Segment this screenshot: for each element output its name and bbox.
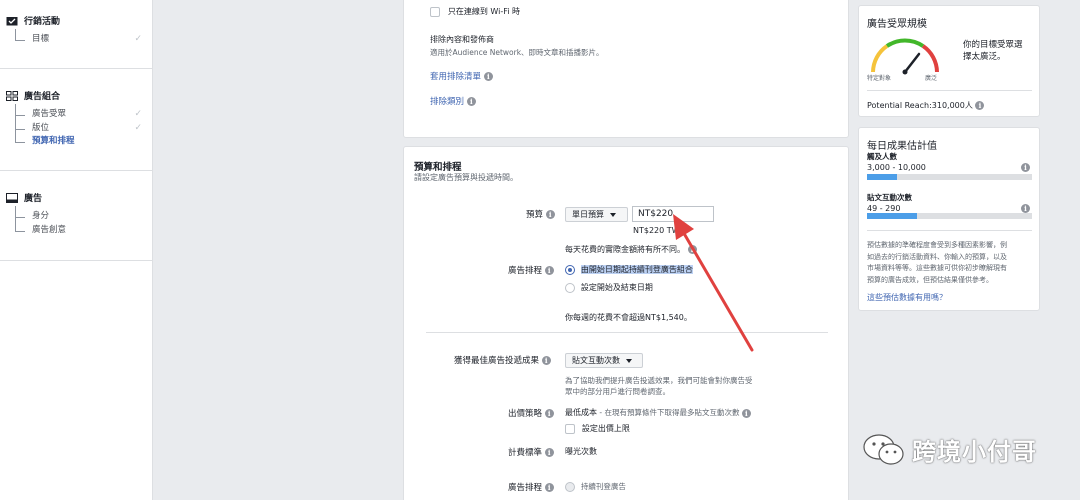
daily-estimates-panel: 每日成果估計值 觸及人數 3,000 - 10,000 i 貼文互動次數 49 … [858,127,1040,311]
watermark-text: 跨境小付哥 [912,438,1037,466]
section-divider [867,230,1032,231]
wechat-logo-icon [863,433,904,465]
gauge-left-label: 特定對象 [867,75,892,82]
estimates-note-line: 如過去的行銷活動資料、你輸入的預算，以及 [867,252,1007,261]
reach-bar-fill [867,174,897,180]
engagement-range: 49 - 290 [867,204,901,213]
info-icon[interactable]: i [975,101,985,110]
reach-bar [867,174,1032,180]
reach-range: 3,000 - 10,000 [867,163,926,172]
potential-reach-text: Potential Reach:310,000人 [867,101,973,110]
estimates-helpful-link[interactable]: 這些預估數據有用嗎？ [867,292,947,303]
engagement-bar-fill [867,213,917,219]
gauge-right-label: 廣泛 [925,75,938,82]
engagement-bar [867,213,1032,219]
estimates-title: 每日成果估計值 [867,141,937,152]
reach-label: 觸及人數 [867,152,897,161]
info-icon[interactable]: i [1021,204,1030,213]
engagement-label: 貼文互動次數 [867,193,912,202]
audience-size-desc-line2: 擇太廣泛。 [963,52,1006,62]
estimates-note-line: 預算的廣告成效，但預估結果僅供參考。 [867,275,993,284]
potential-reach-row: Potential Reach:310,000人 i [867,100,985,111]
info-icon[interactable]: i [1021,163,1030,172]
watermark: 跨境小付哥 [862,432,1037,467]
estimates-note-line: 市場資料等等。這些數據可供你初步瞭解現有 [867,264,1007,272]
section-divider [867,90,1032,91]
estimates-note: 預估數據的準確程度會受到多種因素影響，例 如過去的行銷活動資料、你輸入的預算，以… [867,240,1007,286]
estimates-note-line: 預估數據的準確程度會受到多種因素影響，例 [867,241,1007,249]
audience-gauge-icon [871,38,939,75]
audience-size-title: 廣告受眾規模 [867,19,927,30]
audience-size-panel: 廣告受眾規模 特定對象 廣泛 你的目標受眾選 擇太廣泛。 Potential R… [858,5,1040,117]
audience-size-desc-line1: 你的目標受眾選 [963,40,1023,50]
